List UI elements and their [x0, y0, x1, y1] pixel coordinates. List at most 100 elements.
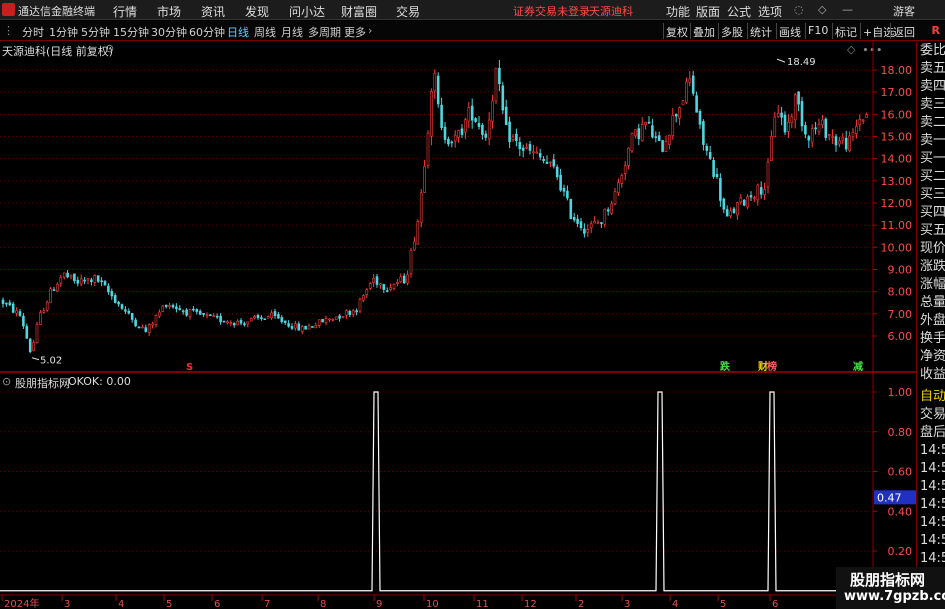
indicator-tick-label: 0.40	[888, 505, 913, 518]
candle-body	[263, 318, 267, 321]
candle-body	[865, 114, 868, 118]
indicator-tick-label: 1.00	[888, 386, 913, 399]
candle-body	[848, 135, 851, 152]
candle-body	[260, 317, 263, 319]
menu-function[interactable]: 功能	[666, 3, 690, 20]
chevron-right-icon[interactable]: ›	[368, 24, 372, 37]
candle-body	[719, 178, 722, 201]
candle-body	[838, 140, 841, 145]
menu-trade[interactable]: 交易	[396, 3, 420, 20]
candle-body	[620, 175, 624, 184]
candle-body	[749, 195, 753, 198]
candle-body	[396, 282, 399, 284]
f10-button[interactable]: F10	[805, 23, 830, 39]
draw-button[interactable]: 画线	[776, 23, 803, 39]
candle-body	[212, 315, 216, 318]
chat-icon[interactable]: ◌	[794, 3, 804, 16]
candle-body	[637, 128, 641, 140]
menu-layout[interactable]: 版面	[696, 3, 720, 20]
overlay-button[interactable]: 叠加	[690, 23, 717, 39]
minimize-icon[interactable]: —	[842, 3, 853, 16]
stats-button[interactable]: 统计	[747, 23, 774, 39]
candle-body	[661, 140, 664, 152]
quote-row-label: 买四	[920, 205, 945, 220]
multi-stock-button[interactable]: 多股	[718, 23, 745, 39]
menu-market[interactable]: 市场	[157, 3, 181, 20]
candle-body	[440, 104, 443, 128]
low-pointer	[31, 357, 40, 361]
period-30min[interactable]: 30分钟	[151, 24, 187, 40]
period-monthly[interactable]: 月线	[281, 24, 303, 40]
candle-body	[232, 322, 236, 326]
candle-body	[11, 303, 15, 313]
candle-body	[753, 197, 756, 200]
quote-row-label: 卖三	[920, 97, 945, 112]
menu-fortune[interactable]: 财富圈	[341, 3, 377, 20]
user-label[interactable]: 游客	[893, 3, 915, 19]
price-tick-label: 16.00	[881, 108, 913, 121]
candle-body	[416, 221, 420, 245]
candle-body	[365, 289, 369, 295]
candle-body	[729, 210, 732, 217]
candle-body	[389, 287, 392, 290]
candle-body	[66, 272, 69, 278]
candle-body	[797, 91, 800, 105]
quote-row-label: 换手	[920, 331, 945, 346]
candle-body	[834, 136, 838, 146]
period-5min[interactable]: 5分钟	[81, 24, 110, 40]
candle-body	[800, 101, 804, 127]
mark-button[interactable]: 标记	[832, 23, 859, 39]
menu-options[interactable]: 选项	[758, 3, 782, 20]
candle-body	[705, 145, 709, 151]
candle-body	[117, 301, 120, 305]
candle-body	[763, 189, 766, 195]
signal-marker: 榜	[767, 360, 777, 373]
menu-ask[interactable]: 问小达	[289, 3, 325, 20]
candle-body	[328, 318, 331, 321]
candle-body	[858, 119, 862, 125]
time-label: 3	[64, 599, 70, 609]
period-15min[interactable]: 15分钟	[113, 24, 149, 40]
menu-formula[interactable]: 公式	[727, 3, 751, 20]
candle-body	[681, 100, 685, 106]
candle-body	[253, 316, 256, 319]
candle-body	[93, 275, 97, 283]
candle-body	[702, 121, 705, 145]
price-tick-label: 10.00	[881, 241, 913, 254]
period-daily[interactable]: 日线	[227, 24, 249, 40]
candle-body	[229, 322, 233, 324]
quote-row-label: 买一	[920, 151, 945, 166]
candle-body	[474, 118, 477, 122]
skin-icon[interactable]: ◇	[818, 3, 826, 16]
menu-discover[interactable]: 发现	[245, 3, 269, 20]
period-more[interactable]: 更多	[344, 24, 366, 40]
back-button[interactable]: 返回	[890, 23, 917, 39]
login-notice[interactable]: 证券交易未登录	[513, 3, 590, 19]
period-multi[interactable]: 多周期	[308, 24, 341, 40]
candle-body	[426, 132, 430, 166]
adjust-button[interactable]: 复权	[663, 23, 690, 39]
menu-news[interactable]: 资讯	[201, 3, 225, 20]
candle-body	[334, 316, 338, 320]
candle-body	[606, 209, 610, 212]
candle-body	[535, 151, 539, 154]
time-label: 8	[320, 599, 326, 609]
period-60min[interactable]: 60分钟	[189, 24, 225, 40]
candle-body	[368, 283, 372, 289]
quote-panel: 委比 卖五 卖四 卖三 卖二 卖一 买一 买二 买三 买四 买五 现价 涨跌 涨幅 总量 外盘 换手 净资 收益 自动…	[916, 42, 945, 609]
candle-body	[62, 272, 66, 278]
period-intraday[interactable]: 分时	[22, 24, 44, 40]
candle-body	[630, 132, 634, 152]
kline-chart[interactable]: 18.00 17.00 16.00 15.00 14.00 13.00 12.00 11.00…	[0, 42, 916, 609]
menu-quotes[interactable]: 行情	[113, 3, 137, 20]
candle-body	[504, 106, 508, 126]
price-tick-label: 7.00	[888, 308, 913, 321]
period-weekly[interactable]: 周线	[254, 24, 276, 40]
candle-body	[538, 153, 542, 158]
candle-body	[824, 118, 828, 138]
candle-body	[372, 277, 375, 283]
signal-marker: S	[186, 362, 193, 373]
period-1min[interactable]: 1分钟	[49, 24, 78, 40]
candle-body	[766, 161, 770, 188]
candle-body	[246, 321, 250, 325]
